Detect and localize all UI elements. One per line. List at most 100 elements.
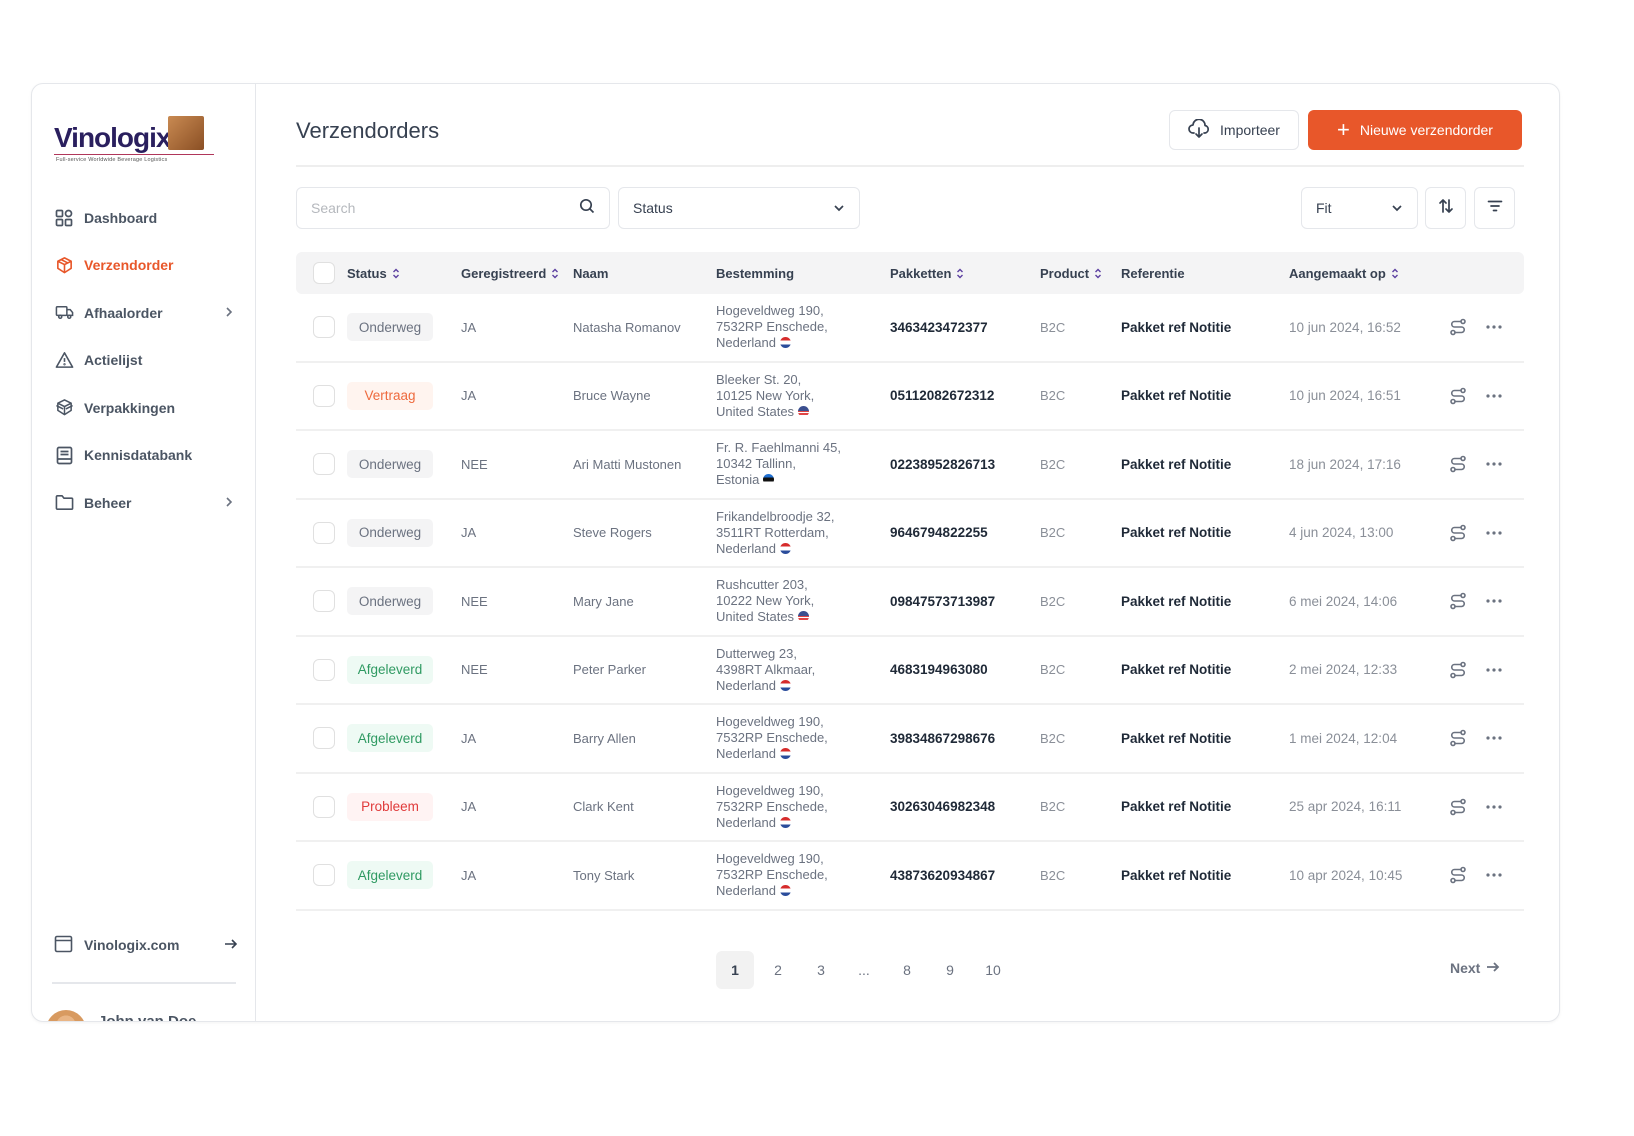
more-options-icon[interactable] [1485, 667, 1503, 673]
column-label: Geregistreerd [461, 265, 547, 281]
view-fit-dropdown[interactable]: Fit [1301, 187, 1418, 229]
route-icon[interactable] [1449, 387, 1467, 405]
page-button[interactable]: 9 [931, 951, 969, 989]
created-date: 4 jun 2024, 13:00 [1289, 525, 1394, 541]
new-shipping-order-button[interactable]: + Nieuwe verzendorder [1308, 110, 1522, 150]
avatar [46, 1010, 86, 1021]
row-checkbox[interactable] [313, 316, 335, 339]
logo-wordmark: Vinologix [54, 122, 171, 153]
table-row[interactable]: Onderweg NEE Mary Jane Rushcutter 203, 1… [296, 568, 1524, 637]
address-country: Nederland [716, 677, 776, 693]
package-number: 43873620934867 [890, 867, 996, 883]
reference-note: Pakket ref Notitie [1121, 730, 1232, 746]
country-flag-icon [763, 474, 775, 486]
search-input[interactable] [311, 200, 579, 216]
column-header-product[interactable]: Product [1040, 266, 1121, 281]
page-button[interactable]: 10 [974, 951, 1012, 989]
page-button[interactable]: 1 [716, 951, 754, 989]
table-row[interactable]: Afgeleverd JA Barry Allen Hogeveldweg 19… [296, 705, 1524, 774]
more-options-icon[interactable] [1485, 804, 1503, 810]
sort-button[interactable] [1425, 187, 1466, 229]
more-options-icon[interactable] [1485, 461, 1503, 467]
product-type: B2C [1040, 662, 1066, 678]
product-type: B2C [1040, 593, 1066, 609]
more-options-icon[interactable] [1485, 598, 1503, 604]
address-line: Fr. R. Faehlmanni 45, [716, 440, 841, 456]
next-page-button[interactable]: Next [1450, 960, 1500, 976]
more-options-icon[interactable] [1485, 530, 1503, 536]
route-icon[interactable] [1449, 661, 1467, 679]
sidebar-item-beheer[interactable]: Beheer [54, 479, 238, 527]
select-all-checkbox[interactable] [313, 262, 335, 284]
table-row[interactable]: Onderweg JA Natasha Romanov Hogeveldweg … [296, 294, 1524, 363]
package-number: 05112082672312 [890, 388, 995, 404]
filter-button[interactable] [1474, 187, 1515, 229]
column-header-packages[interactable]: Pakketten [890, 266, 1040, 281]
package-number: 3463423472377 [890, 319, 988, 335]
row-checkbox[interactable] [313, 453, 335, 476]
page-button[interactable]: 8 [888, 951, 926, 989]
row-checkbox[interactable] [313, 727, 335, 750]
page-button[interactable]: 3 [802, 951, 840, 989]
column-header-status[interactable]: Status [347, 266, 461, 281]
route-icon[interactable] [1449, 729, 1467, 747]
dashboard-grid-icon [54, 208, 74, 228]
sidebar-item-actielijst[interactable]: Actielijst [54, 337, 238, 385]
row-checkbox[interactable] [313, 521, 335, 544]
table-row[interactable]: Probleem JA Clark Kent Hogeveldweg 190, … [296, 774, 1524, 842]
sidebar-item-label: Dashboard [84, 209, 158, 226]
more-options-icon[interactable] [1485, 735, 1503, 741]
route-icon[interactable] [1449, 524, 1467, 542]
route-icon[interactable] [1449, 592, 1467, 610]
route-icon[interactable] [1449, 866, 1467, 884]
table-row[interactable]: Onderweg NEE Ari Matti Mustonen Fr. R. F… [296, 431, 1524, 500]
table-row[interactable]: Afgeleverd JA Tony Stark Hogeveldweg 190… [296, 842, 1524, 911]
chevron-down-icon [833, 200, 845, 216]
table-row[interactable]: Vertraag JA Bruce Wayne Bleeker St. 20, … [296, 363, 1524, 431]
website-link[interactable]: Vinologix.com [54, 930, 238, 960]
route-icon[interactable] [1449, 798, 1467, 816]
search-field[interactable] [296, 187, 610, 229]
vinologix-logo[interactable]: Vinologix Full-service Worldwide Beverag… [54, 116, 214, 166]
recipient-name: Natasha Romanov [573, 319, 681, 335]
status-filter-dropdown[interactable]: Status [618, 187, 860, 229]
status-badge: Afgeleverd [347, 655, 433, 684]
created-date: 10 apr 2024, 10:45 [1289, 867, 1403, 883]
registered-value: JA [461, 867, 477, 883]
row-checkbox[interactable] [313, 658, 335, 681]
sidebar-item-dashboard[interactable]: Dashboard [54, 194, 238, 242]
row-checkbox[interactable] [313, 864, 335, 887]
sidebar-item-afhaalorder[interactable]: Afhaalorder [54, 289, 238, 337]
package-number: 4683194963080 [890, 662, 988, 678]
product-type: B2C [1040, 867, 1066, 883]
column-header-destination: Bestemming [716, 266, 890, 281]
address-line: Dutterweg 23, [716, 645, 797, 661]
sidebar-item-verzendorder[interactable]: Verzendorder [54, 242, 238, 290]
created-date: 10 jun 2024, 16:52 [1289, 319, 1401, 335]
user-menu[interactable]: John van Doe Winery Inc. [46, 1010, 238, 1022]
product-type: B2C [1040, 525, 1066, 541]
row-checkbox[interactable] [313, 795, 335, 818]
more-options-icon[interactable] [1485, 872, 1503, 878]
row-checkbox[interactable] [313, 384, 335, 407]
address-line: 4398RT Alkmaar, [716, 661, 816, 677]
created-date: 6 mei 2024, 14:06 [1289, 593, 1398, 609]
more-options-icon[interactable] [1485, 324, 1503, 330]
column-header-registered[interactable]: Geregistreerd [461, 266, 573, 281]
route-icon[interactable] [1449, 318, 1467, 336]
more-options-icon[interactable] [1485, 393, 1503, 399]
address-country: Nederland [716, 335, 776, 351]
row-checkbox[interactable] [313, 590, 335, 613]
sidebar-item-kennisdatabank[interactable]: Kennisdatabank [54, 432, 238, 480]
page-button[interactable]: 2 [759, 951, 797, 989]
chevron-right-icon [224, 305, 238, 321]
table-row[interactable]: Onderweg JA Steve Rogers Frikandelbroodj… [296, 500, 1524, 568]
route-icon[interactable] [1449, 455, 1467, 473]
sidebar-item-verpakkingen[interactable]: Verpakkingen [54, 384, 238, 432]
import-button[interactable]: Importeer [1169, 110, 1299, 150]
user-name: John van Doe [98, 1012, 197, 1022]
package-number: 39834867298676 [890, 730, 996, 746]
package-number: 09847573713987 [890, 593, 996, 609]
column-header-created[interactable]: Aangemaakt op [1289, 266, 1449, 281]
table-row[interactable]: Afgeleverd NEE Peter Parker Dutterweg 23… [296, 637, 1524, 705]
